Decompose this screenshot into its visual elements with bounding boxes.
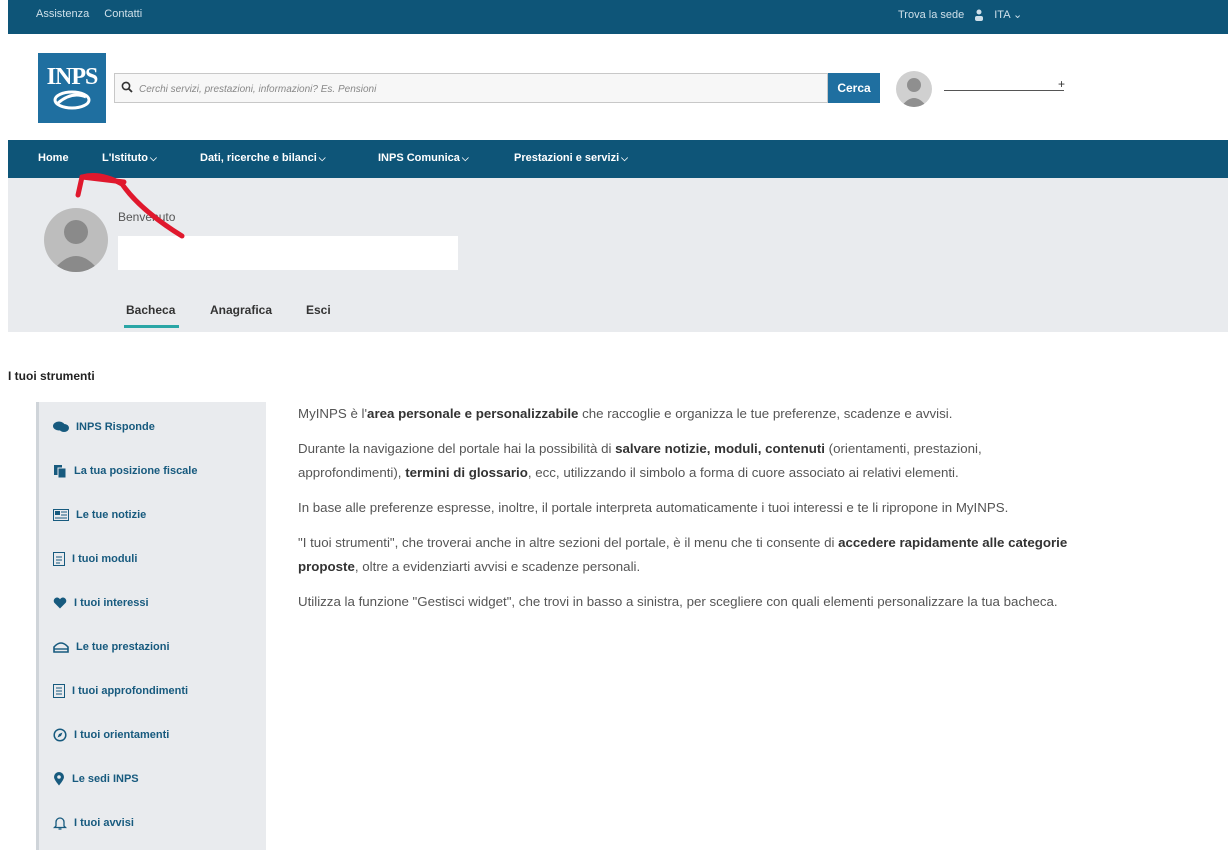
logo-emblem-icon bbox=[53, 90, 91, 110]
bold-text: area personale e personalizzabile bbox=[367, 406, 579, 421]
nav-istituto[interactable]: L'Istituto ⌵ bbox=[102, 152, 157, 164]
nav-prestazioni-servizi[interactable]: Prestazioni e servizi ⌵ bbox=[514, 152, 628, 164]
user-silhouette-icon bbox=[52, 220, 100, 272]
nav-dati-label: Dati, ricerche e bilanci bbox=[200, 152, 317, 164]
chevron-down-icon: ⌵ bbox=[461, 153, 469, 163]
logo-text: INPS bbox=[46, 64, 99, 90]
text-span: MyINPS è l' bbox=[298, 406, 368, 421]
tool-interessi[interactable]: I tuoi interessi bbox=[53, 592, 149, 614]
text-span: , ecc, utilizzando il simbolo a forma di… bbox=[527, 465, 959, 480]
search-icon bbox=[121, 81, 133, 93]
nav-comunica-label: INPS Comunica bbox=[378, 152, 460, 164]
location-pin-icon bbox=[54, 772, 64, 786]
nav-home-label: Home bbox=[38, 152, 69, 164]
tool-label: Le sedi INPS bbox=[72, 773, 139, 785]
tool-sedi-inps[interactable]: Le sedi INPS bbox=[53, 768, 139, 790]
bell-icon bbox=[53, 817, 67, 830]
bold-text: salvare notizie, moduli, contenuti bbox=[615, 441, 825, 456]
form-icon bbox=[53, 552, 65, 566]
nav-dati-ricerche[interactable]: Dati, ricerche e bilanci ⌵ bbox=[200, 152, 326, 164]
text-span: , oltre a evidenziarti avvisi e scadenze… bbox=[354, 559, 641, 574]
news-icon bbox=[53, 509, 69, 521]
tool-label: INPS Risponde bbox=[76, 421, 155, 433]
person-pin-icon bbox=[975, 9, 984, 21]
chevron-down-icon: ⌵ bbox=[318, 153, 326, 163]
utility-right: Trova la sede ITA ⌄ bbox=[898, 8, 1022, 22]
tab-anagrafica[interactable]: Anagrafica bbox=[210, 303, 272, 317]
text-span: Durante la navigazione del portale hai l… bbox=[298, 441, 616, 456]
description-paragraph: Utilizza la funzione "Gestisci widget", … bbox=[298, 594, 1058, 609]
tool-label: I tuoi moduli bbox=[72, 553, 138, 565]
tool-label: I tuoi avvisi bbox=[74, 817, 134, 829]
nav-inps-comunica[interactable]: INPS Comunica ⌵ bbox=[378, 152, 469, 164]
tab-esci[interactable]: Esci bbox=[306, 303, 331, 317]
myinps-description: MyINPS è l'area personale e personalizza… bbox=[298, 402, 1068, 625]
profile-header: Benvenuto Bacheca Anagrafica Esci bbox=[8, 178, 1228, 332]
description-paragraph: In base alle preferenze espresse, inoltr… bbox=[298, 500, 1009, 515]
search-input[interactable] bbox=[137, 76, 821, 102]
document-copy-icon bbox=[54, 465, 67, 478]
tool-label: I tuoi approfondimenti bbox=[72, 685, 189, 697]
chevron-down-icon: ⌄ bbox=[1009, 9, 1023, 21]
user-name-box bbox=[118, 236, 458, 270]
user-name-line bbox=[944, 90, 1064, 91]
search-bar bbox=[114, 73, 828, 103]
nav-prestazioni-label: Prestazioni e servizi bbox=[514, 152, 620, 164]
compass-icon bbox=[53, 728, 67, 742]
benefits-icon bbox=[53, 642, 69, 653]
text-span: "I tuoi strumenti", che troverai anche i… bbox=[298, 535, 839, 550]
profile-avatar bbox=[44, 208, 108, 272]
description-paragraph: MyINPS è l'area personale e personalizza… bbox=[298, 402, 1068, 426]
description-paragraph: Durante la navigazione del portale hai l… bbox=[298, 437, 1068, 485]
tool-label: I tuoi orientamenti bbox=[74, 729, 170, 741]
user-silhouette-icon bbox=[901, 78, 927, 107]
tool-approfondimenti[interactable]: I tuoi approfondimenti bbox=[53, 680, 188, 702]
chevron-down-icon: ⌵ bbox=[150, 153, 157, 163]
assistenza-link[interactable]: Assistenza bbox=[36, 8, 89, 20]
heart-icon bbox=[53, 597, 67, 609]
chevron-down-icon: ⌵ bbox=[621, 153, 628, 163]
tool-posizione-fiscale[interactable]: La tua posizione fiscale bbox=[53, 460, 197, 482]
tool-notizie[interactable]: Le tue notizie bbox=[53, 504, 146, 526]
tool-label: Le tue notizie bbox=[76, 509, 147, 521]
article-icon bbox=[53, 684, 65, 698]
nav-home[interactable]: Home bbox=[38, 152, 69, 164]
user-avatar[interactable] bbox=[896, 71, 932, 107]
tools-title: I tuoi strumenti bbox=[8, 369, 95, 383]
welcome-text: Benvenuto bbox=[118, 210, 176, 224]
language-label: ITA bbox=[994, 9, 1010, 21]
tool-label: I tuoi interessi bbox=[74, 597, 149, 609]
user-menu-toggle[interactable]: + bbox=[1058, 77, 1065, 91]
inps-logo[interactable]: INPS bbox=[38, 53, 106, 123]
search-button[interactable]: Cerca bbox=[828, 73, 880, 103]
main-navigation: Home L'Istituto ⌵ Dati, ricerche e bilanc… bbox=[8, 140, 1228, 178]
tool-orientamenti[interactable]: I tuoi orientamenti bbox=[53, 724, 169, 746]
find-office-link[interactable]: Trova la sede bbox=[898, 9, 964, 21]
language-selector[interactable]: ITA ⌄ bbox=[994, 8, 1022, 21]
tool-prestazioni[interactable]: Le tue prestazioni bbox=[53, 636, 170, 658]
tool-avvisi[interactable]: I tuoi avvisi bbox=[53, 812, 134, 834]
tool-inps-risponde[interactable]: INPS Risponde bbox=[53, 416, 155, 438]
utility-links: Assistenza Contatti bbox=[36, 8, 154, 20]
nav-istituto-label: L'Istituto bbox=[102, 152, 148, 164]
contatti-link[interactable]: Contatti bbox=[104, 8, 142, 20]
tab-bacheca[interactable]: Bacheca bbox=[123, 303, 180, 328]
tool-label: La tua posizione fiscale bbox=[74, 465, 198, 477]
description-paragraph: "I tuoi strumenti", che troverai anche i… bbox=[298, 531, 1068, 579]
top-utility-bar: Assistenza Contatti Trova la sede ITA ⌄ bbox=[8, 0, 1228, 34]
tools-sidebar: INPS Risponde La tua posizione fiscale L… bbox=[36, 402, 266, 850]
bold-text: termini di glossario bbox=[405, 465, 528, 480]
tool-label: Le tue prestazioni bbox=[76, 641, 170, 653]
tool-moduli[interactable]: I tuoi moduli bbox=[53, 548, 137, 570]
text-span: che raccoglie e organizza le tue prefere… bbox=[578, 406, 953, 421]
chat-icon bbox=[53, 421, 69, 432]
